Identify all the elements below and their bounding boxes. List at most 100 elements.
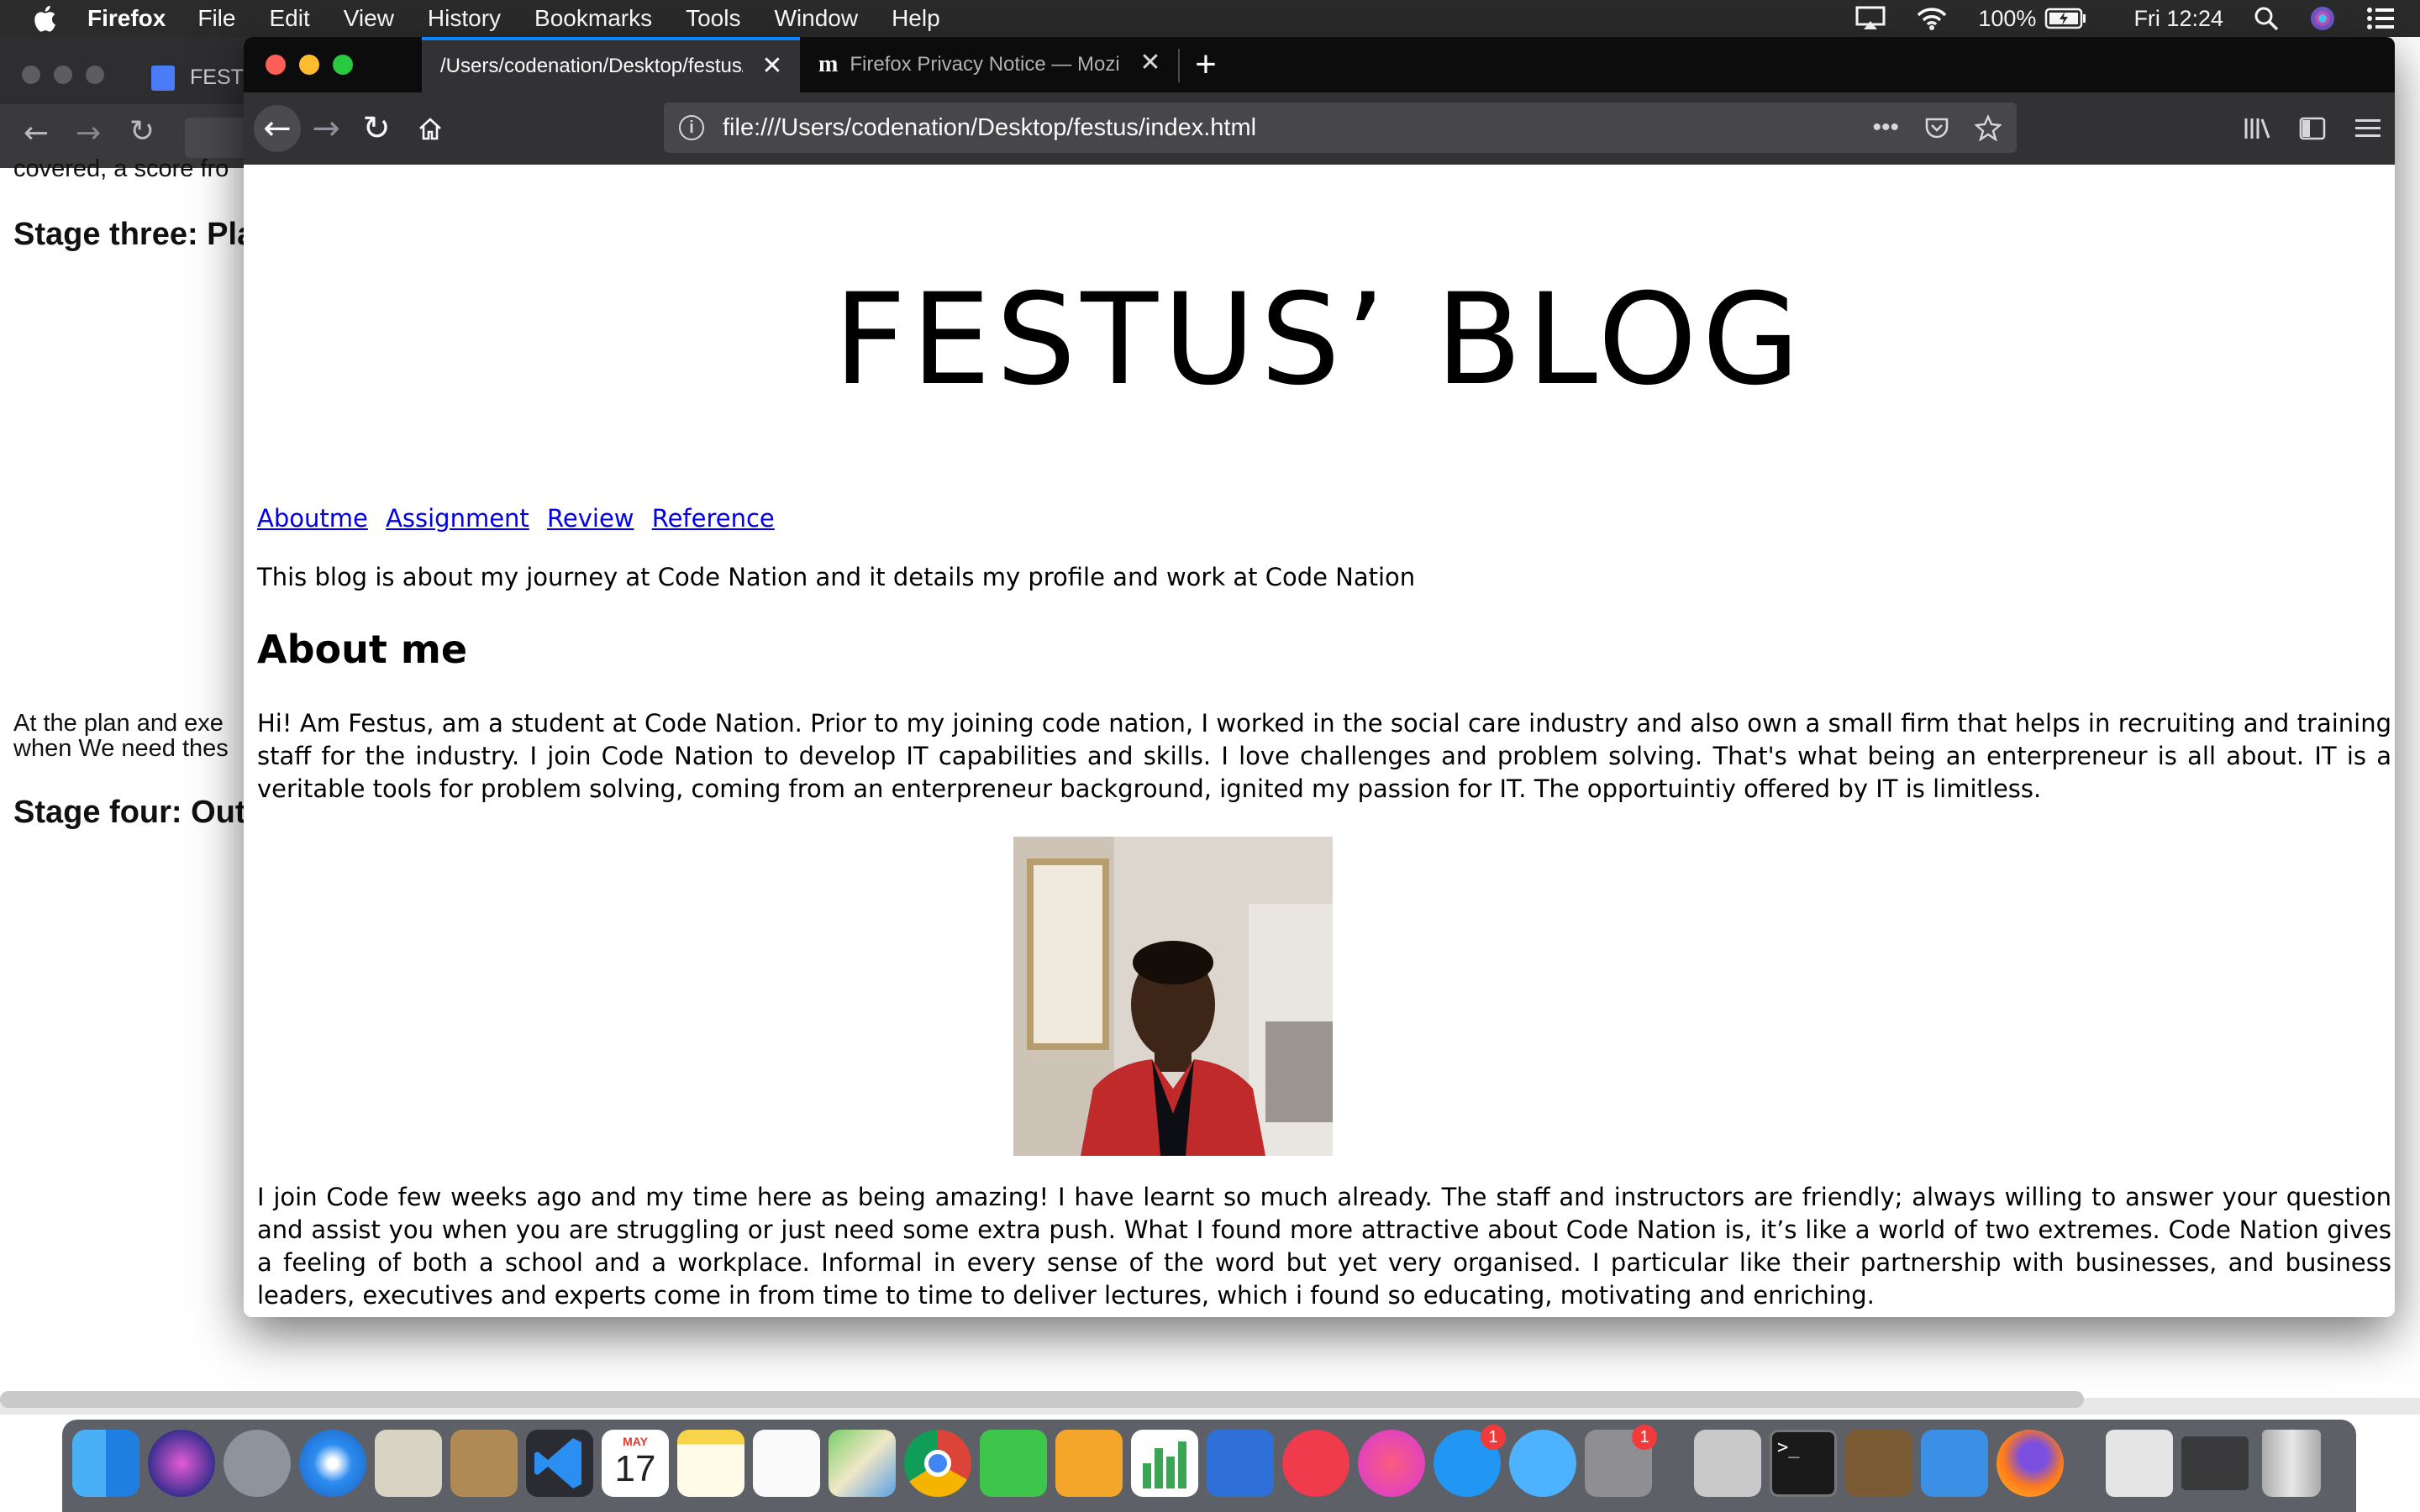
minimize-window-button[interactable] [299, 55, 319, 75]
dock-launchpad-icon[interactable] [224, 1430, 291, 1497]
menu-help[interactable]: Help [892, 5, 940, 32]
mozilla-favicon: m [818, 51, 839, 77]
bg-minimize-dot[interactable] [54, 66, 72, 84]
battery-icon[interactable] [2044, 8, 2086, 29]
dock-numbers-icon[interactable] [1131, 1430, 1198, 1497]
dock-chrome-icon[interactable] [904, 1430, 971, 1497]
dock-server-icon[interactable] [2181, 1436, 2249, 1490]
site-info-icon[interactable]: i [679, 115, 704, 140]
navigation-toolbar: ← → ↻ i file:///Users/codenation/Desktop… [244, 92, 2395, 165]
wifi-icon[interactable] [1916, 6, 1948, 31]
menu-app-name[interactable]: Firefox [87, 5, 166, 32]
battery-percent: 100% [1978, 5, 2037, 31]
blog-title: FESTUS’ BLOG [834, 267, 1805, 413]
siri-icon[interactable] [2309, 5, 2336, 32]
dock-appstore-icon[interactable]: 1 [1434, 1425, 1506, 1497]
tab-privacy-notice[interactable]: m Firefox Privacy Notice — Mozilla ✕ [800, 37, 1178, 92]
home-button[interactable] [407, 105, 454, 152]
background-window-tabbar: FEST [0, 37, 252, 104]
dock-contacts-icon[interactable] [450, 1430, 518, 1497]
bg-back-icon[interactable]: ← [24, 116, 49, 150]
clock[interactable]: Fri 12:24 [2133, 6, 2223, 32]
menu-edit[interactable]: Edit [269, 5, 309, 32]
dock-keychain-icon[interactable] [1694, 1430, 1761, 1497]
bg-para-plan-2: when We need thes [13, 736, 229, 761]
dock-garageband-icon[interactable] [1845, 1430, 1912, 1497]
status-area: 100% Fri 12:24 [1855, 0, 2395, 37]
dock-keynote-icon[interactable] [1207, 1430, 1274, 1497]
reload-button[interactable]: ↻ [353, 105, 400, 152]
tab-inactive-label: Firefox Privacy Notice — Mozilla [850, 53, 1119, 76]
bg-zoom-dot[interactable] [86, 66, 104, 84]
prefs-badge: 1 [1632, 1425, 1657, 1450]
library-icon[interactable] [2233, 105, 2281, 152]
dock-siri-icon[interactable] [148, 1430, 215, 1497]
apple-icon[interactable] [30, 0, 62, 37]
bg-reload-icon[interactable]: ↻ [129, 114, 155, 149]
dock-safari-icon[interactable] [299, 1430, 366, 1497]
menu-bookmarks[interactable]: Bookmarks [534, 5, 652, 32]
nav-link-aboutme[interactable]: Aboutme [257, 504, 368, 533]
close-tab-icon[interactable]: ✕ [1136, 49, 1165, 77]
bg-close-dot[interactable] [22, 66, 40, 84]
dock-calendar-icon[interactable]: MAY 17 [602, 1430, 669, 1497]
dock-news-icon[interactable] [1282, 1430, 1349, 1497]
dock-messages-icon[interactable] [1509, 1430, 1576, 1497]
back-button[interactable]: ← [254, 105, 301, 152]
bg-heading-stage-three: Stage three: Pla [13, 217, 249, 252]
dock-trash-icon[interactable] [2262, 1430, 2321, 1497]
nav-link-reference[interactable]: Reference [652, 504, 775, 533]
dock-xcode-icon[interactable] [1921, 1430, 1988, 1497]
pocket-icon[interactable] [1924, 115, 1949, 140]
menu-tools[interactable]: Tools [686, 5, 740, 32]
menu-history[interactable]: History [428, 5, 501, 32]
page-nav: Aboutme Assignment Review Reference [257, 504, 785, 533]
dock-facetime-icon[interactable] [980, 1430, 1047, 1497]
dock-pages-icon[interactable] [1055, 1430, 1123, 1497]
dock-notes-icon[interactable] [677, 1430, 744, 1497]
dock-maps-icon[interactable] [829, 1430, 896, 1497]
dock-firefox-icon[interactable] [1996, 1430, 2064, 1497]
url-actions: ••• [1872, 102, 2002, 153]
zoom-window-button[interactable] [333, 55, 353, 75]
profile-photo [1013, 837, 1333, 1156]
tab-active[interactable]: /Users/codenation/Desktop/festus/index.h… [422, 37, 800, 92]
calendar-month: MAY [623, 1435, 648, 1448]
menu-view[interactable]: View [344, 5, 394, 32]
bg-horizontal-scrollbar[interactable] [0, 1391, 2084, 1408]
dock-preview-icon[interactable] [2106, 1430, 2173, 1497]
about-heading: About me [257, 627, 468, 672]
calendar-day: 17 [614, 1448, 656, 1489]
dock-reminders-icon[interactable] [753, 1430, 820, 1497]
journey-paragraph: I join Code few weeks ago and my time he… [257, 1183, 2391, 1310]
dock-system-preferences-icon[interactable]: 1 [1585, 1425, 1657, 1497]
sidebar-icon[interactable] [2289, 105, 2336, 152]
url-text[interactable]: file:///Users/codenation/Desktop/festus/… [723, 114, 1256, 142]
airplay-icon[interactable] [1855, 6, 1886, 31]
bg-urlbar[interactable] [185, 118, 252, 158]
new-tab-button[interactable]: + [1185, 44, 1227, 86]
close-tab-icon[interactable]: ✕ [758, 52, 786, 81]
nav-link-assignment[interactable]: Assignment [386, 504, 529, 533]
hamburger-menu-icon[interactable] [2344, 105, 2391, 152]
notification-center-icon[interactable] [2366, 7, 2395, 30]
home-icon [419, 118, 441, 140]
dock-mail-icon[interactable] [375, 1430, 442, 1497]
nav-link-review[interactable]: Review [547, 504, 634, 533]
intro-text: This blog is about my journey at Code Na… [257, 563, 1416, 591]
spotlight-icon[interactable] [2254, 6, 2279, 31]
menu-file[interactable]: File [197, 5, 235, 32]
dock-itunes-icon[interactable] [1358, 1430, 1425, 1497]
menu-window[interactable]: Window [774, 5, 858, 32]
url-bar[interactable]: i file:///Users/codenation/Desktop/festu… [664, 102, 2017, 153]
bookmark-star-icon[interactable] [1975, 114, 2002, 141]
dock-terminal-icon[interactable]: >_ [1770, 1430, 1837, 1497]
page-actions-icon[interactable]: ••• [1872, 113, 1899, 142]
forward-button[interactable]: → [302, 105, 350, 152]
appstore-badge: 1 [1481, 1425, 1506, 1450]
dock-finder-icon[interactable] [72, 1430, 139, 1497]
close-window-button[interactable] [266, 55, 286, 75]
bg-tab-label[interactable]: FEST [190, 66, 244, 90]
bg-forward-icon[interactable]: → [76, 116, 101, 150]
dock-vscode-icon[interactable] [526, 1430, 593, 1497]
